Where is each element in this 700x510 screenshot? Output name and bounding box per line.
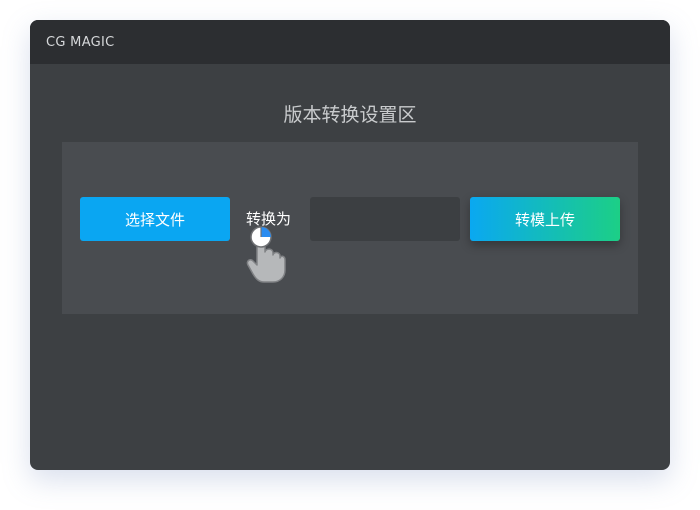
conversion-settings-panel: 选择文件 转换为 转模上传 <box>62 142 638 314</box>
target-version-select[interactable] <box>310 197 460 241</box>
app-window: CG MAGIC 版本转换设置区 选择文件 转换为 转模上传 <box>30 20 670 470</box>
convert-upload-button[interactable]: 转模上传 <box>470 197 620 241</box>
app-title: CG MAGIC <box>46 34 115 50</box>
title-bar: CG MAGIC <box>30 20 670 64</box>
convert-to-label: 转换为 <box>246 210 292 228</box>
select-file-button[interactable]: 选择文件 <box>80 197 230 241</box>
section-title: 版本转换设置区 <box>283 104 417 126</box>
